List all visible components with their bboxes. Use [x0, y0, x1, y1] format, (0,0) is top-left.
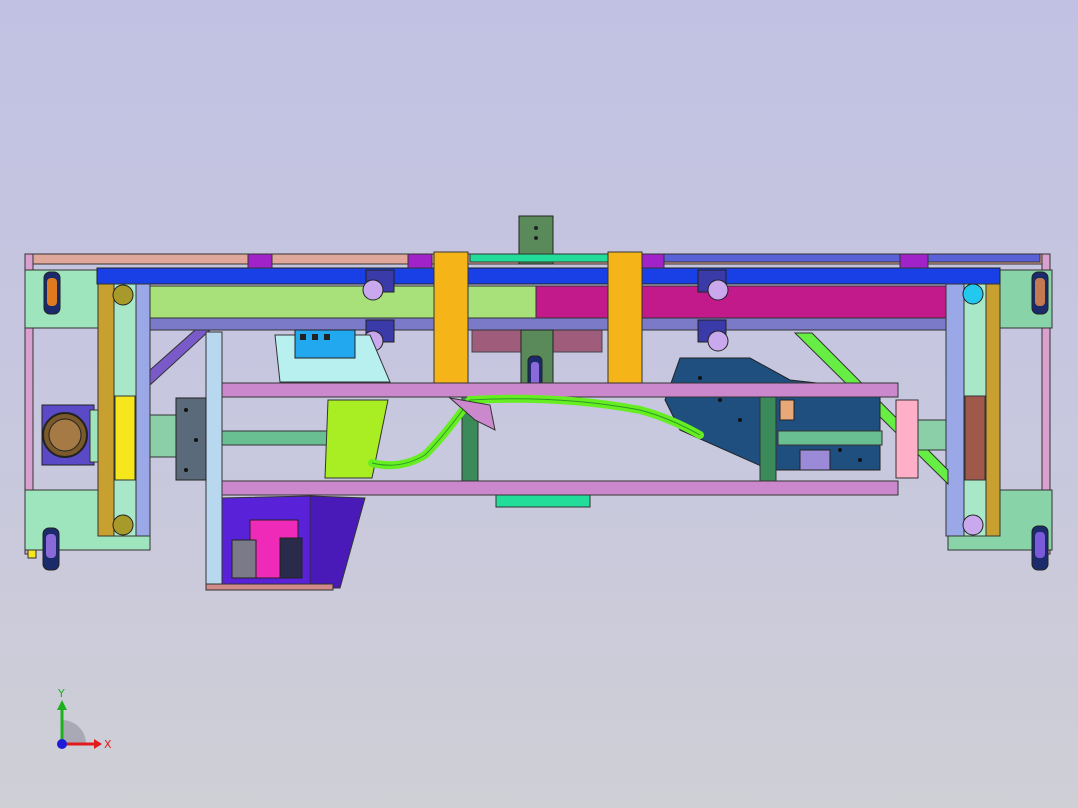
x-axis-label: X: [104, 738, 112, 751]
upper-green-beam: [149, 285, 537, 319]
upper-magenta-beam: [535, 285, 947, 319]
left-uprights: [97, 283, 151, 537]
coordinate-triad: Y X: [57, 687, 112, 751]
machine-frame-assembly[interactable]: [0, 0, 1078, 808]
top-center-bracket: [469, 215, 611, 265]
conveyor-tube: [324, 394, 704, 479]
left-diagonal-brace: [149, 329, 212, 387]
top-blue-rail: [96, 267, 1001, 285]
y-axis-label: Y: [57, 687, 65, 700]
cad-viewport[interactable]: Y X: [0, 0, 1078, 808]
left-motor-flange: [149, 397, 207, 481]
upper-purple-beam: [149, 317, 947, 331]
right-uprights: [945, 283, 1001, 537]
left-hopper-column: [205, 331, 223, 589]
lower-hopper-assembly: [205, 495, 366, 591]
lower-center-plate: [495, 494, 591, 508]
